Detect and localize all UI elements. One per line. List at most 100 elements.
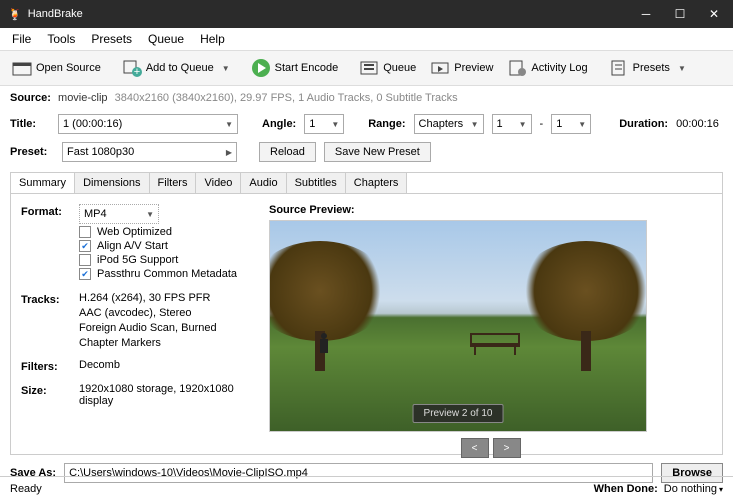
preview-overlay: Preview 2 of 10	[413, 404, 504, 423]
chevron-down-icon: ▼	[519, 120, 527, 129]
presets-label: Presets	[633, 62, 670, 74]
activity-log-label: Activity Log	[531, 62, 587, 74]
format-label: Format:	[21, 204, 79, 282]
queue-icon	[359, 58, 379, 78]
play-icon	[251, 58, 271, 78]
format-select[interactable]: MP4▼	[79, 204, 159, 224]
preview-prev-button[interactable]: <	[461, 438, 489, 458]
filters-label: Filters:	[21, 359, 79, 373]
track-line: Chapter Markers	[79, 337, 251, 349]
park-bench	[470, 333, 520, 355]
track-line: AAC (avcodec), Stereo	[79, 307, 251, 319]
tab-video[interactable]: Video	[196, 173, 241, 193]
checkbox-icon: ✔	[79, 240, 91, 252]
queue-button[interactable]: Queue	[353, 54, 422, 82]
tab-audio[interactable]: Audio	[241, 173, 286, 193]
source-label: Source:	[10, 92, 51, 104]
menubar: File Tools Presets Queue Help	[0, 28, 733, 50]
web-optimized-checkbox[interactable]: Web Optimized	[79, 226, 251, 238]
checkbox-icon	[79, 226, 91, 238]
presets-icon	[609, 58, 629, 78]
tabs: Summary Dimensions Filters Video Audio S…	[10, 172, 723, 193]
source-preview: Preview 2 of 10	[269, 220, 647, 432]
open-source-button[interactable]: Open Source	[6, 54, 107, 82]
close-button[interactable]: ✕	[707, 7, 721, 21]
tab-dimensions[interactable]: Dimensions	[75, 173, 149, 193]
range-type-select[interactable]: Chapters▼	[414, 114, 484, 134]
maximize-button[interactable]: ☐	[673, 7, 687, 21]
chevron-down-icon: ▼	[331, 120, 339, 129]
start-encode-button[interactable]: Start Encode	[245, 54, 345, 82]
app-icon: 🍹	[8, 8, 22, 21]
add-queue-label: Add to Queue	[146, 62, 214, 74]
title-select[interactable]: 1 (00:00:16)▼	[58, 114, 238, 134]
menu-queue[interactable]: Queue	[140, 29, 192, 49]
preview-button[interactable]: Preview	[424, 54, 499, 82]
summary-panel: Format: MP4▼ Web Optimized ✔Align A/V St…	[10, 193, 723, 455]
tab-subtitles[interactable]: Subtitles	[287, 173, 346, 193]
menu-help[interactable]: Help	[192, 29, 233, 49]
open-source-icon	[12, 58, 32, 78]
titlebar: 🍹 HandBrake ─ ☐ ✕	[0, 0, 733, 28]
source-name: movie-clip	[58, 92, 108, 104]
tab-filters[interactable]: Filters	[150, 173, 197, 193]
checkbox-icon	[79, 254, 91, 266]
ipod-checkbox[interactable]: iPod 5G Support	[79, 254, 251, 266]
chevron-right-icon: ▶	[226, 148, 232, 157]
menu-presets[interactable]: Presets	[83, 29, 140, 49]
duration-label: Duration:	[619, 118, 668, 130]
menu-tools[interactable]: Tools	[39, 29, 83, 49]
size-value: 1920x1080 storage, 1920x1080 display	[79, 383, 251, 407]
preview-label: Source Preview:	[269, 204, 712, 216]
preset-label: Preset:	[10, 146, 54, 158]
track-line: H.264 (x264), 30 FPS PFR	[79, 292, 251, 304]
passthru-checkbox[interactable]: ✔Passthru Common Metadata	[79, 268, 251, 280]
start-encode-label: Start Encode	[275, 62, 339, 74]
chevron-down-icon: ▾	[719, 485, 723, 494]
when-done-label: When Done:	[594, 483, 658, 495]
size-label: Size:	[21, 383, 79, 407]
activity-log-icon	[507, 58, 527, 78]
checkbox-icon: ✔	[79, 268, 91, 280]
range-label: Range:	[368, 118, 405, 130]
range-separator: -	[540, 118, 544, 130]
source-info: Source: movie-clip 3840x2160 (3840x2160)…	[0, 86, 733, 110]
minimize-button[interactable]: ─	[639, 7, 653, 21]
align-av-checkbox[interactable]: ✔Align A/V Start	[79, 240, 251, 252]
add-queue-icon: +	[122, 58, 142, 78]
statusbar: Ready When Done: Do nothing▾	[0, 476, 733, 500]
track-line: Foreign Audio Scan, Burned	[79, 322, 251, 334]
title-label: Title:	[10, 118, 50, 130]
person-silhouette	[318, 333, 330, 359]
save-new-preset-button[interactable]: Save New Preset	[324, 142, 431, 162]
add-to-queue-button[interactable]: + Add to Queue ▼	[116, 54, 236, 82]
chevron-down-icon[interactable]: ▼	[218, 64, 230, 73]
toolbar: Open Source + Add to Queue ▼ Start Encod…	[0, 50, 733, 86]
chevron-down-icon: ▼	[146, 210, 154, 219]
when-done-select[interactable]: Do nothing▾	[664, 483, 723, 495]
status-text: Ready	[10, 483, 594, 495]
chevron-down-icon: ▼	[578, 120, 586, 129]
angle-label: Angle:	[262, 118, 296, 130]
chevron-down-icon: ▼	[471, 120, 479, 129]
window-title: HandBrake	[28, 8, 83, 20]
source-meta: 3840x2160 (3840x2160), 29.97 FPS, 1 Audi…	[115, 92, 458, 104]
tracks-label: Tracks:	[21, 292, 79, 349]
angle-select[interactable]: 1▼	[304, 114, 344, 134]
queue-label: Queue	[383, 62, 416, 74]
preview-next-button[interactable]: >	[493, 438, 521, 458]
tab-summary[interactable]: Summary	[11, 173, 75, 193]
presets-button[interactable]: Presets ▼	[603, 54, 692, 82]
reload-button[interactable]: Reload	[259, 142, 316, 162]
menu-file[interactable]: File	[4, 29, 39, 49]
preview-icon	[430, 58, 450, 78]
preset-row: Preset: Fast 1080p30▶ Reload Save New Pr…	[0, 138, 733, 166]
activity-log-button[interactable]: Activity Log	[501, 54, 593, 82]
range-from-select[interactable]: 1▼	[492, 114, 532, 134]
tab-chapters[interactable]: Chapters	[346, 173, 408, 193]
range-to-select[interactable]: 1▼	[551, 114, 591, 134]
title-row: Title: 1 (00:00:16)▼ Angle: 1▼ Range: Ch…	[0, 110, 733, 138]
svg-text:+: +	[134, 66, 140, 77]
chevron-down-icon[interactable]: ▼	[674, 64, 686, 73]
preset-select[interactable]: Fast 1080p30▶	[62, 142, 237, 162]
